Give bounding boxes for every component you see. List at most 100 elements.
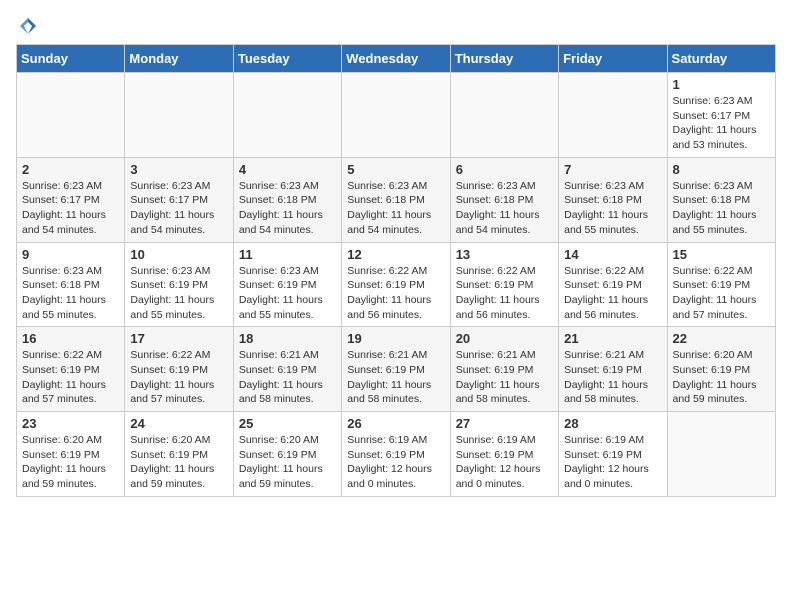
day-info: Sunrise: 6:23 AM Sunset: 6:18 PM Dayligh… <box>347 179 444 238</box>
calendar-cell: 17Sunrise: 6:22 AM Sunset: 6:19 PM Dayli… <box>125 327 233 412</box>
day-number: 13 <box>456 247 553 262</box>
calendar-cell: 4 Sunrise: 6:23 AM Sunset: 6:18 PM Daylig… <box>233 157 341 242</box>
calendar-cell: 8 Sunrise: 6:23 AM Sunset: 6:18 PM Daylig… <box>667 157 775 242</box>
calendar-week-3: 9 Sunrise: 6:23 AM Sunset: 6:18 PM Daylig… <box>17 242 776 327</box>
calendar-cell: 21 Sunrise: 6:21 AM Sunset: 6:19 PM Dayli… <box>559 327 667 412</box>
day-info: Sunrise: 6:22 AM Sunset: 6:19 PM Dayligh… <box>130 348 227 407</box>
day-info: Sunrise: 6:22 AM Sunset: 6:19 PM Dayligh… <box>673 264 770 323</box>
calendar-cell <box>559 73 667 158</box>
day-number: 3 <box>130 162 227 177</box>
calendar-cell: 18 Sunrise: 6:21 AM Sunset: 6:19 PM Dayli… <box>233 327 341 412</box>
day-number: 27 <box>456 416 553 431</box>
day-number: 14 <box>564 247 661 262</box>
day-number: 23 <box>22 416 119 431</box>
day-number: 8 <box>673 162 770 177</box>
day-info: Sunrise: 6:23 AM Sunset: 6:19 PM Dayligh… <box>130 264 227 323</box>
calendar-header-sunday: Sunday <box>17 45 125 73</box>
day-info: Sunrise: 6:23 AM Sunset: 6:19 PM Dayligh… <box>239 264 336 323</box>
day-number: 2 <box>22 162 119 177</box>
calendar-header-saturday: Saturday <box>667 45 775 73</box>
calendar-header-thursday: Thursday <box>450 45 558 73</box>
day-info: Sunrise: 6:21 AM Sunset: 6:19 PM Dayligh… <box>564 348 661 407</box>
calendar-header-row: SundayMondayTuesdayWednesdayThursdayFrid… <box>17 45 776 73</box>
day-number: 15 <box>673 247 770 262</box>
day-number: 20 <box>456 331 553 346</box>
calendar-cell: 19 Sunrise: 6:21 AM Sunset: 6:19 PM Dayli… <box>342 327 450 412</box>
calendar-cell: 24Sunrise: 6:20 AM Sunset: 6:19 PM Dayli… <box>125 412 233 497</box>
day-info: Sunrise: 6:21 AM Sunset: 6:19 PM Dayligh… <box>239 348 336 407</box>
calendar-cell <box>342 73 450 158</box>
day-info: Sunrise: 6:19 AM Sunset: 6:19 PM Dayligh… <box>456 433 553 492</box>
calendar-cell: 20 Sunrise: 6:21 AM Sunset: 6:19 PM Dayli… <box>450 327 558 412</box>
calendar-cell <box>667 412 775 497</box>
day-number: 25 <box>239 416 336 431</box>
day-number: 6 <box>456 162 553 177</box>
day-number: 4 <box>239 162 336 177</box>
calendar-cell: 3Sunrise: 6:23 AM Sunset: 6:17 PM Daylig… <box>125 157 233 242</box>
day-info: Sunrise: 6:22 AM Sunset: 6:19 PM Dayligh… <box>22 348 119 407</box>
calendar-header-tuesday: Tuesday <box>233 45 341 73</box>
calendar-header-monday: Monday <box>125 45 233 73</box>
calendar-cell <box>450 73 558 158</box>
day-info: Sunrise: 6:23 AM Sunset: 6:18 PM Dayligh… <box>22 264 119 323</box>
calendar-cell <box>233 73 341 158</box>
day-info: Sunrise: 6:23 AM Sunset: 6:18 PM Dayligh… <box>673 179 770 238</box>
calendar-header-friday: Friday <box>559 45 667 73</box>
day-number: 28 <box>564 416 661 431</box>
calendar-cell: 7Sunrise: 6:23 AM Sunset: 6:18 PM Daylig… <box>559 157 667 242</box>
day-info: Sunrise: 6:22 AM Sunset: 6:19 PM Dayligh… <box>564 264 661 323</box>
logo <box>16 16 38 36</box>
day-number: 16 <box>22 331 119 346</box>
day-info: Sunrise: 6:23 AM Sunset: 6:17 PM Dayligh… <box>673 94 770 153</box>
calendar-cell: 15 Sunrise: 6:22 AM Sunset: 6:19 PM Dayli… <box>667 242 775 327</box>
calendar-cell: 23 Sunrise: 6:20 AM Sunset: 6:19 PM Dayli… <box>17 412 125 497</box>
day-info: Sunrise: 6:19 AM Sunset: 6:19 PM Dayligh… <box>347 433 444 492</box>
day-info: Sunrise: 6:23 AM Sunset: 6:18 PM Dayligh… <box>239 179 336 238</box>
calendar-week-5: 23 Sunrise: 6:20 AM Sunset: 6:19 PM Dayli… <box>17 412 776 497</box>
calendar-cell: 25 Sunrise: 6:20 AM Sunset: 6:19 PM Dayli… <box>233 412 341 497</box>
day-info: Sunrise: 6:22 AM Sunset: 6:19 PM Dayligh… <box>456 264 553 323</box>
day-number: 19 <box>347 331 444 346</box>
calendar-week-1: 1 Sunrise: 6:23 AM Sunset: 6:17 PM Daylig… <box>17 73 776 158</box>
day-number: 21 <box>564 331 661 346</box>
calendar-week-4: 16 Sunrise: 6:22 AM Sunset: 6:19 PM Dayli… <box>17 327 776 412</box>
day-info: Sunrise: 6:20 AM Sunset: 6:19 PM Dayligh… <box>239 433 336 492</box>
calendar-cell: 2Sunrise: 6:23 AM Sunset: 6:17 PM Daylig… <box>17 157 125 242</box>
calendar-cell: 12 Sunrise: 6:22 AM Sunset: 6:19 PM Dayli… <box>342 242 450 327</box>
calendar-cell: 10 Sunrise: 6:23 AM Sunset: 6:19 PM Dayli… <box>125 242 233 327</box>
day-number: 11 <box>239 247 336 262</box>
calendar-cell: 14 Sunrise: 6:22 AM Sunset: 6:19 PM Dayli… <box>559 242 667 327</box>
day-info: Sunrise: 6:19 AM Sunset: 6:19 PM Dayligh… <box>564 433 661 492</box>
calendar-cell: 11 Sunrise: 6:23 AM Sunset: 6:19 PM Dayli… <box>233 242 341 327</box>
day-info: Sunrise: 6:20 AM Sunset: 6:19 PM Dayligh… <box>130 433 227 492</box>
day-number: 5 <box>347 162 444 177</box>
day-info: Sunrise: 6:20 AM Sunset: 6:19 PM Dayligh… <box>22 433 119 492</box>
day-number: 9 <box>22 247 119 262</box>
day-number: 1 <box>673 77 770 92</box>
calendar-table: SundayMondayTuesdayWednesdayThursdayFrid… <box>16 44 776 497</box>
day-number: 10 <box>130 247 227 262</box>
calendar-cell: 1 Sunrise: 6:23 AM Sunset: 6:17 PM Daylig… <box>667 73 775 158</box>
day-number: 7 <box>564 162 661 177</box>
day-info: Sunrise: 6:20 AM Sunset: 6:19 PM Dayligh… <box>673 348 770 407</box>
calendar-cell <box>125 73 233 158</box>
calendar-cell: 6 Sunrise: 6:23 AM Sunset: 6:18 PM Daylig… <box>450 157 558 242</box>
day-info: Sunrise: 6:21 AM Sunset: 6:19 PM Dayligh… <box>347 348 444 407</box>
calendar-cell: 26 Sunrise: 6:19 AM Sunset: 6:19 PM Dayli… <box>342 412 450 497</box>
day-number: 26 <box>347 416 444 431</box>
calendar-header-wednesday: Wednesday <box>342 45 450 73</box>
day-info: Sunrise: 6:23 AM Sunset: 6:18 PM Dayligh… <box>456 179 553 238</box>
day-number: 12 <box>347 247 444 262</box>
day-number: 22 <box>673 331 770 346</box>
logo-icon <box>18 16 38 36</box>
calendar-cell: 9 Sunrise: 6:23 AM Sunset: 6:18 PM Daylig… <box>17 242 125 327</box>
calendar-cell: 22 Sunrise: 6:20 AM Sunset: 6:19 PM Dayli… <box>667 327 775 412</box>
calendar-cell: 16 Sunrise: 6:22 AM Sunset: 6:19 PM Dayli… <box>17 327 125 412</box>
calendar-cell <box>17 73 125 158</box>
calendar-week-2: 2Sunrise: 6:23 AM Sunset: 6:17 PM Daylig… <box>17 157 776 242</box>
calendar-cell: 13 Sunrise: 6:22 AM Sunset: 6:19 PM Dayli… <box>450 242 558 327</box>
calendar-cell: 28 Sunrise: 6:19 AM Sunset: 6:19 PM Dayli… <box>559 412 667 497</box>
day-number: 18 <box>239 331 336 346</box>
day-info: Sunrise: 6:21 AM Sunset: 6:19 PM Dayligh… <box>456 348 553 407</box>
day-info: Sunrise: 6:22 AM Sunset: 6:19 PM Dayligh… <box>347 264 444 323</box>
